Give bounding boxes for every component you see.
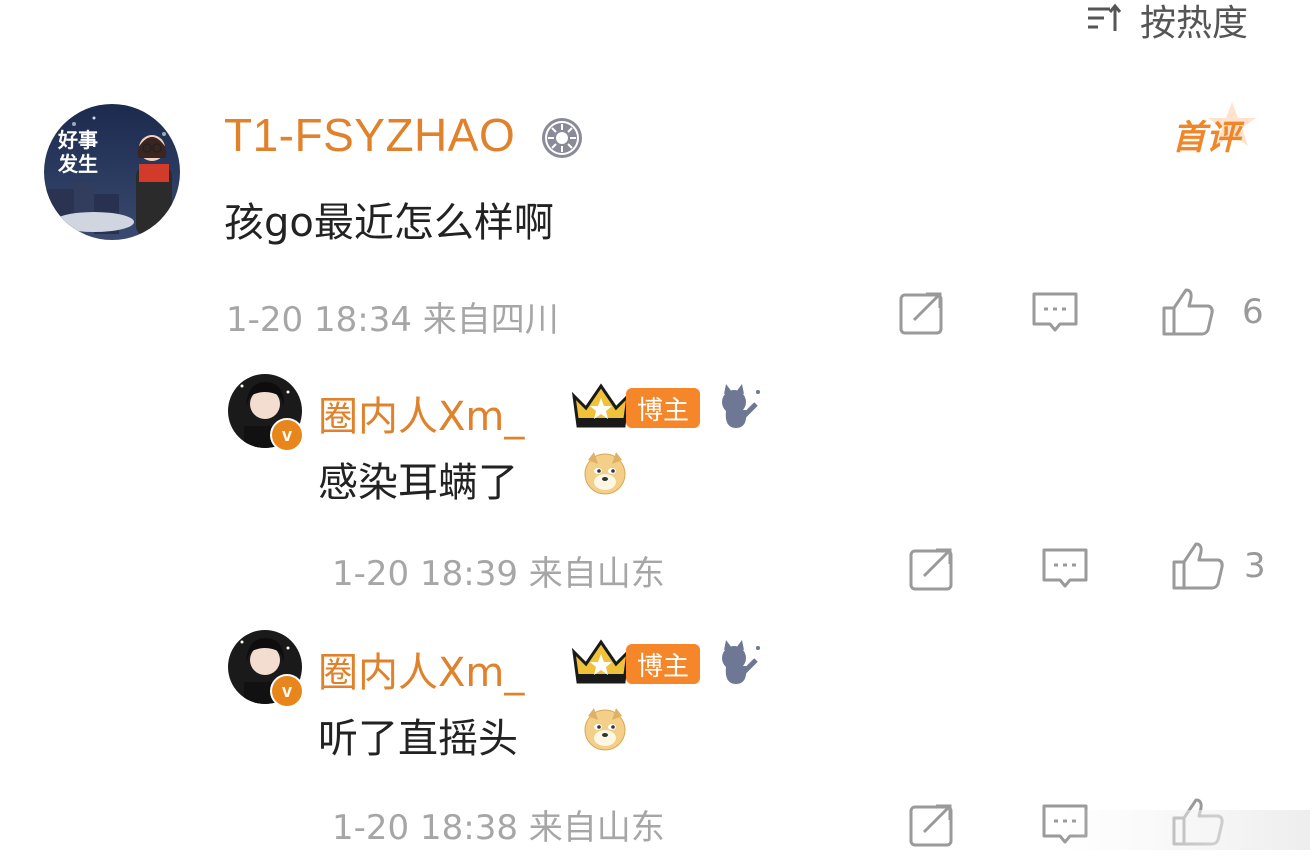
share-icon[interactable]	[908, 546, 956, 596]
reply-meta: 1-20 18:38 来自山东	[332, 808, 665, 848]
mascot-icon	[716, 382, 764, 436]
avatar-caption: 好事 发生	[58, 128, 98, 176]
reply-meta: 1-20 18:39 来自山东	[332, 554, 665, 594]
membership-badge-icon	[540, 116, 584, 164]
first-comment-label: 首评	[1172, 118, 1240, 158]
comment-icon[interactable]	[1030, 290, 1080, 340]
avatar[interactable]: 好事 发生	[44, 104, 180, 240]
like-icon[interactable]	[1160, 286, 1216, 342]
doge-emoji-icon	[582, 450, 628, 496]
first-comment-badge: 首评	[1168, 100, 1260, 162]
watermark	[1060, 810, 1310, 850]
comment-icon[interactable]	[1040, 546, 1090, 596]
crown-icon	[570, 638, 632, 692]
blogger-tag: 博主	[626, 388, 700, 428]
blogger-tag: 博主	[626, 644, 700, 684]
share-icon[interactable]	[898, 290, 946, 340]
verified-badge-icon: v	[270, 418, 304, 452]
reply-username[interactable]: 圈内人Xm_	[318, 640, 524, 698]
like-count: 6	[1242, 292, 1264, 332]
sort-label: 按热度	[1140, 3, 1249, 44]
reply-text: 听了直摇头	[318, 716, 518, 762]
comment-text: 孩go最近怎么样啊	[224, 200, 554, 246]
like-icon[interactable]	[1170, 540, 1226, 596]
reply-username[interactable]: 圈内人Xm_	[318, 384, 524, 442]
sort-icon	[1086, 3, 1122, 37]
like-count: 3	[1244, 546, 1266, 586]
sort-control[interactable]: 按热度	[1086, 0, 1248, 44]
username[interactable]: T1-FSYZHAO	[224, 108, 515, 162]
share-icon[interactable]	[908, 802, 956, 852]
doge-emoji-icon	[582, 706, 628, 752]
crown-icon	[570, 382, 632, 436]
comment-meta: 1-20 18:34 来自四川	[226, 300, 559, 340]
reply-text: 感染耳螨了	[318, 460, 518, 506]
verified-badge-icon: v	[270, 674, 304, 708]
mascot-icon	[716, 638, 764, 692]
